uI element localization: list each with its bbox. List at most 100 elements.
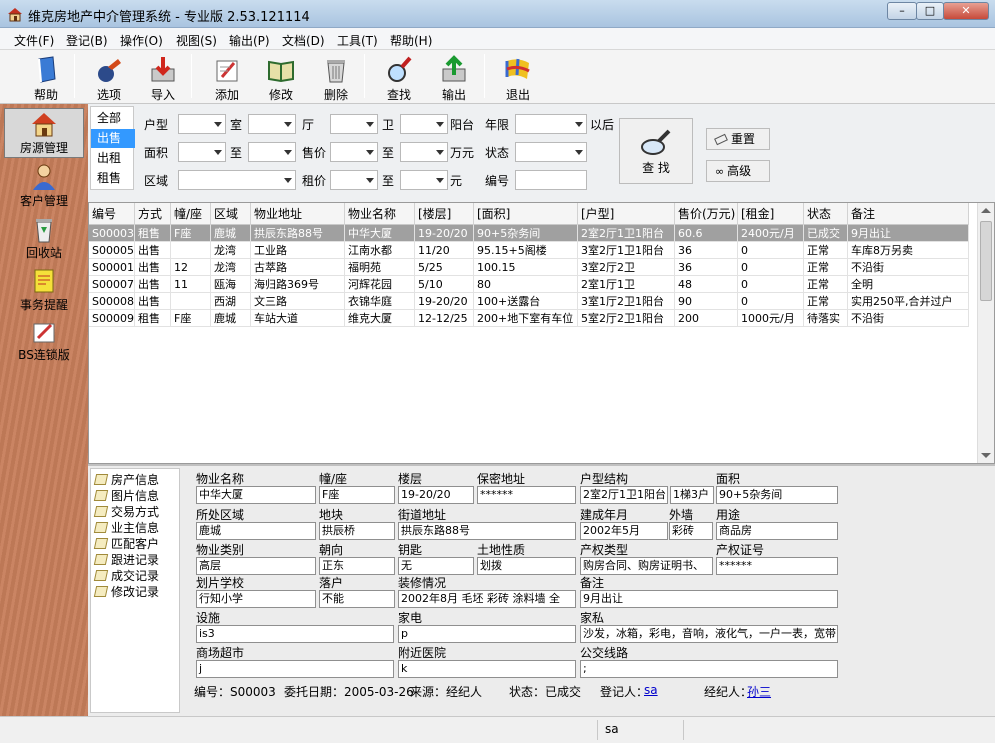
built-date-field[interactable]: 2002年5月 [580, 522, 668, 540]
menu-operation[interactable]: 操作(O) [120, 32, 163, 49]
sidebar-item-reminders[interactable]: 事务提醒 [4, 266, 84, 316]
layout-units-field[interactable]: 1梯3户 [670, 486, 714, 504]
help-button[interactable]: 帮助 [22, 53, 70, 102]
tree-item-property[interactable]: 房产信息 [93, 472, 159, 488]
table-row[interactable]: S00003 租售 F座 鹿城 拱辰东路88号 中华大厦 19-20/20 90+5杂务间 2室… [89, 225, 969, 242]
search-button[interactable]: 查 找 [619, 118, 693, 184]
confidential-address-field[interactable]: ****** [477, 486, 576, 504]
scroll-down-icon[interactable] [981, 453, 991, 458]
land-nature-field[interactable]: 划拨 [477, 557, 576, 575]
appliances-field[interactable]: p [398, 625, 576, 643]
facilities-field[interactable]: is3 [196, 625, 394, 643]
school-district-field[interactable]: 行知小学 [196, 590, 316, 608]
header-col-address[interactable]: 物业地址 [251, 203, 345, 225]
scroll-up-icon[interactable] [981, 208, 991, 213]
street-address-field[interactable]: 拱辰东路88号 [398, 522, 576, 540]
header-col-building[interactable]: 幢/座 [171, 203, 211, 225]
layout-rooms-select[interactable] [178, 114, 226, 134]
menu-output[interactable]: 输出(P) [229, 32, 270, 49]
property-name-field[interactable]: 中华大厦 [196, 486, 316, 504]
title-type-field[interactable]: 购房合同、购房证明书、 [580, 557, 713, 575]
rent-min-select[interactable] [330, 170, 378, 190]
notes-field[interactable]: 9月出让 [580, 590, 838, 608]
export-button[interactable]: 输出 [430, 53, 478, 102]
header-col-district[interactable]: 区域 [211, 203, 251, 225]
district-select[interactable] [178, 170, 296, 190]
exit-button[interactable]: 退出 [494, 53, 542, 102]
table-row[interactable]: S00005 出售 龙湾 工业路 江南水都 11/20 95.15+5阁楼 3室2厅1卫1阳台… [89, 242, 969, 259]
options-button[interactable]: 选项 [85, 53, 133, 102]
layout-balcony-select[interactable] [400, 114, 448, 134]
furniture-field[interactable]: 沙发，冰箱，彩电，音响，液化气，一户一表，宽带 [580, 625, 838, 643]
header-col-mode[interactable]: 方式 [135, 203, 171, 225]
sidebar-item-listings[interactable]: 房源管理 [4, 108, 84, 158]
tree-item-owner[interactable]: 业主信息 [93, 520, 159, 536]
registrar-link[interactable]: sa [644, 683, 658, 697]
building-unit-field[interactable]: F座 [319, 486, 395, 504]
reset-button[interactable]: 重置 [706, 128, 770, 150]
vertical-scrollbar[interactable] [977, 203, 994, 463]
sidebar-item-recycle[interactable]: 回收站 [4, 214, 84, 264]
menu-tools[interactable]: 工具(T) [337, 32, 378, 49]
tab-sale[interactable]: 出售 [91, 129, 135, 148]
tree-item-matching-clients[interactable]: 匹配客户 [93, 536, 159, 552]
import-button[interactable]: 导入 [139, 53, 187, 102]
menu-file[interactable]: 文件(F) [14, 32, 54, 49]
title-number-field[interactable]: ****** [716, 557, 838, 575]
term-select[interactable] [515, 114, 587, 134]
header-col-id[interactable]: 编号 [89, 203, 135, 225]
layout-baths-select[interactable] [330, 114, 378, 134]
property-category-field[interactable]: 高层 [196, 557, 316, 575]
floor-field[interactable]: 19-20/20 [398, 486, 474, 504]
decoration-field[interactable]: 2002年8月 毛坯 彩砖 涂料墙 全 [398, 590, 576, 608]
scroll-thumb[interactable] [980, 221, 992, 301]
tree-item-deals[interactable]: 成交记录 [93, 568, 159, 584]
header-col-area[interactable]: [面积] [474, 203, 578, 225]
status-select[interactable] [515, 142, 587, 162]
minimize-button[interactable]: – [887, 2, 917, 20]
usage-field[interactable]: 商品房 [716, 522, 838, 540]
tree-item-edit-log[interactable]: 修改记录 [93, 584, 159, 600]
household-registration-field[interactable]: 不能 [319, 590, 395, 608]
tree-item-followups[interactable]: 跟进记录 [93, 552, 159, 568]
hospital-field[interactable]: k [398, 660, 576, 678]
price-min-select[interactable] [330, 142, 378, 162]
tree-item-photos[interactable]: 图片信息 [93, 488, 159, 504]
table-row[interactable]: S00008 出售 西湖 文三路 衣锦华庭 19-20/20 100+送露台 3室1厅2卫1阳… [89, 293, 969, 310]
exterior-wall-field[interactable]: 彩砖 [669, 522, 713, 540]
menu-view[interactable]: 视图(S) [176, 32, 217, 49]
sidebar-item-clients[interactable]: 客户管理 [4, 162, 84, 212]
agent-link[interactable]: 孙三 [747, 683, 771, 700]
menu-document[interactable]: 文档(D) [282, 32, 325, 49]
area-field[interactable]: 90+5杂务间 [716, 486, 838, 504]
tab-rent[interactable]: 出租 [91, 149, 135, 168]
header-col-status[interactable]: 状态 [804, 203, 848, 225]
header-col-floor[interactable]: [楼层] [415, 203, 474, 225]
menu-register[interactable]: 登记(B) [66, 32, 108, 49]
tab-rent-sale[interactable]: 租售 [91, 169, 135, 188]
tab-all[interactable]: 全部 [91, 109, 135, 128]
district-field[interactable]: 鹿城 [196, 522, 316, 540]
header-col-rent[interactable]: [租金] [738, 203, 804, 225]
keys-field[interactable]: 无 [398, 557, 474, 575]
orientation-field[interactable]: 正东 [319, 557, 395, 575]
layout-halls-select[interactable] [248, 114, 296, 134]
header-col-notes[interactable]: 备注 [848, 203, 969, 225]
delete-button[interactable]: 删除 [312, 53, 360, 102]
id-input[interactable] [515, 170, 587, 190]
header-col-estate[interactable]: 物业名称 [345, 203, 415, 225]
plot-field[interactable]: 拱辰桥 [319, 522, 395, 540]
sidebar-item-bs-chain[interactable]: BS连锁版 [4, 316, 84, 366]
edit-button[interactable]: 修改 [257, 53, 305, 102]
tree-item-deal-type[interactable]: 交易方式 [93, 504, 159, 520]
table-row[interactable]: S00001 出售 12 龙湾 古萃路 福明苑 5/25 100.15 3室2厅2卫 36 0 正常不… [89, 259, 969, 276]
table-row[interactable]: S00009 租售 F座 鹿城 车站大道 维克大厦 12-12/25 200+地下室有车位 5室… [89, 310, 969, 327]
table-row[interactable]: S00007 出售 11 瓯海 海归路369号 河辉花园 5/10 80 2室1厅1卫 48 0 正常… [89, 276, 969, 293]
advanced-button[interactable]: ∞ 高级 [706, 160, 770, 182]
rent-max-select[interactable] [400, 170, 448, 190]
find-button[interactable]: 查找 [375, 53, 423, 102]
add-button[interactable]: 添加 [203, 53, 251, 102]
area-max-select[interactable] [248, 142, 296, 162]
layout-structure-field[interactable]: 2室2厅1卫1阳台 [580, 486, 668, 504]
maximize-button[interactable]: □ [916, 2, 944, 20]
